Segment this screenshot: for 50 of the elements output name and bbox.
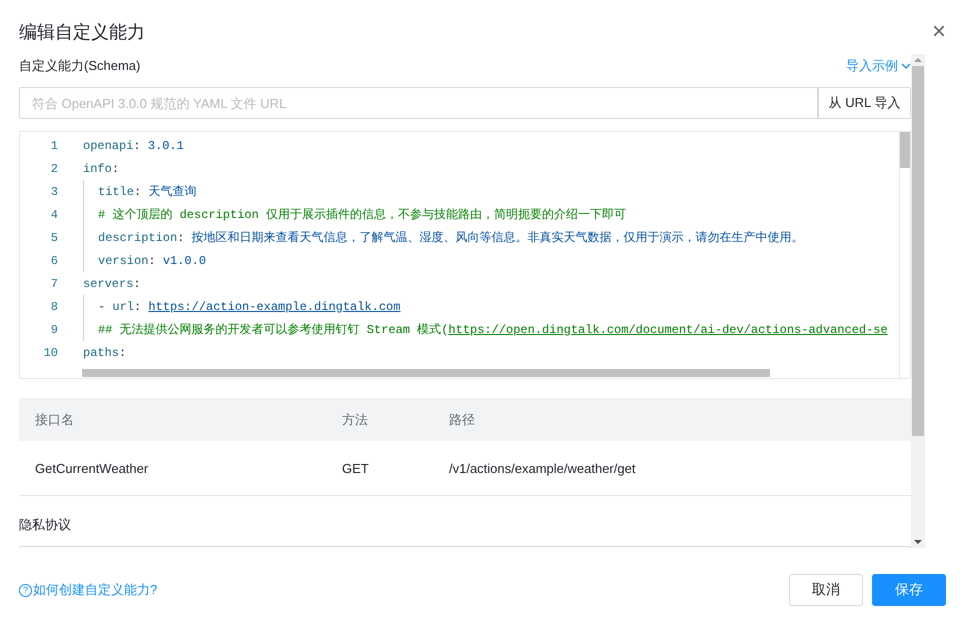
code-link[interactable]: https://action-example.dingtalk.com: [148, 300, 400, 314]
code-text: 3.0.1: [148, 138, 184, 152]
table-cell: GetCurrentWeather: [19, 441, 326, 496]
dialog-title: 编辑自定义能力: [19, 21, 145, 44]
column-header: 路径: [433, 398, 911, 441]
code-text: -: [98, 300, 106, 314]
code-text: description: [98, 230, 178, 244]
code-text: openapi: [83, 138, 134, 152]
help-link[interactable]: ? 如何创建自定义能力?: [19, 581, 158, 599]
cancel-button[interactable]: 取消: [789, 574, 863, 606]
column-header: 方法: [326, 398, 433, 441]
line-number: 5: [50, 230, 59, 244]
field-label: 自定义能力(Schema): [19, 57, 140, 75]
line-number: 1: [50, 138, 59, 152]
code-text: :: [148, 254, 157, 268]
code-text: 天气查询: [148, 184, 196, 200]
field-label: 隐私协议: [19, 516, 72, 534]
code-text: # 这个顶层的 description 仅用于展示插件的信息，不参与技能路由，简明扼要的介绍一下即可: [98, 207, 626, 223]
url-field[interactable]: 符合 OpenAPI 3.0.0 规范的 YAML 文件 URL: [19, 87, 818, 119]
line-number: 7: [50, 276, 59, 290]
code-text: :: [133, 138, 142, 152]
line-number: 3: [50, 184, 59, 198]
save-button[interactable]: 保存: [872, 574, 946, 606]
example-dropdown[interactable]: 导入示例: [846, 57, 911, 75]
code-text: ## 无法提供公网服务的开发者可以参考使用钉钉 Stream 模式(: [98, 322, 448, 338]
code-text: :: [112, 162, 120, 176]
line-number: 10: [42, 346, 59, 360]
code-text: title: [98, 184, 134, 198]
line-number: 4: [50, 208, 59, 222]
code-text: paths: [83, 346, 120, 360]
close-button[interactable]: ×: [932, 20, 946, 44]
table-cell: GET: [326, 441, 433, 496]
line-number: 8: [50, 300, 59, 314]
code-text: :: [133, 276, 141, 290]
code-text: info: [83, 162, 112, 176]
code-text: v1.0.0: [162, 254, 206, 268]
code-text: :: [177, 230, 186, 244]
code-text: servers: [83, 276, 134, 290]
column-header: 接口名: [19, 398, 326, 441]
code-text: version: [98, 254, 148, 268]
code-text: :: [134, 300, 142, 314]
code-text: :: [134, 184, 142, 198]
import-button[interactable]: 从 URL 导入: [818, 87, 911, 119]
code-text: url: [112, 300, 134, 314]
line-number: 9: [50, 322, 59, 336]
code-text: 按地区和日期来查看天气信息，了解气温、湿度、风向等信息。非真实天气数据，仅用于演示，请勿在生产中使用。: [192, 230, 804, 246]
code-link[interactable]: https://open.dingtalk.com/document/ai-dev/actions-advanced-se: [448, 322, 888, 336]
line-number: 2: [50, 162, 59, 176]
code-text: :: [119, 346, 126, 360]
line-number: 6: [50, 254, 59, 268]
